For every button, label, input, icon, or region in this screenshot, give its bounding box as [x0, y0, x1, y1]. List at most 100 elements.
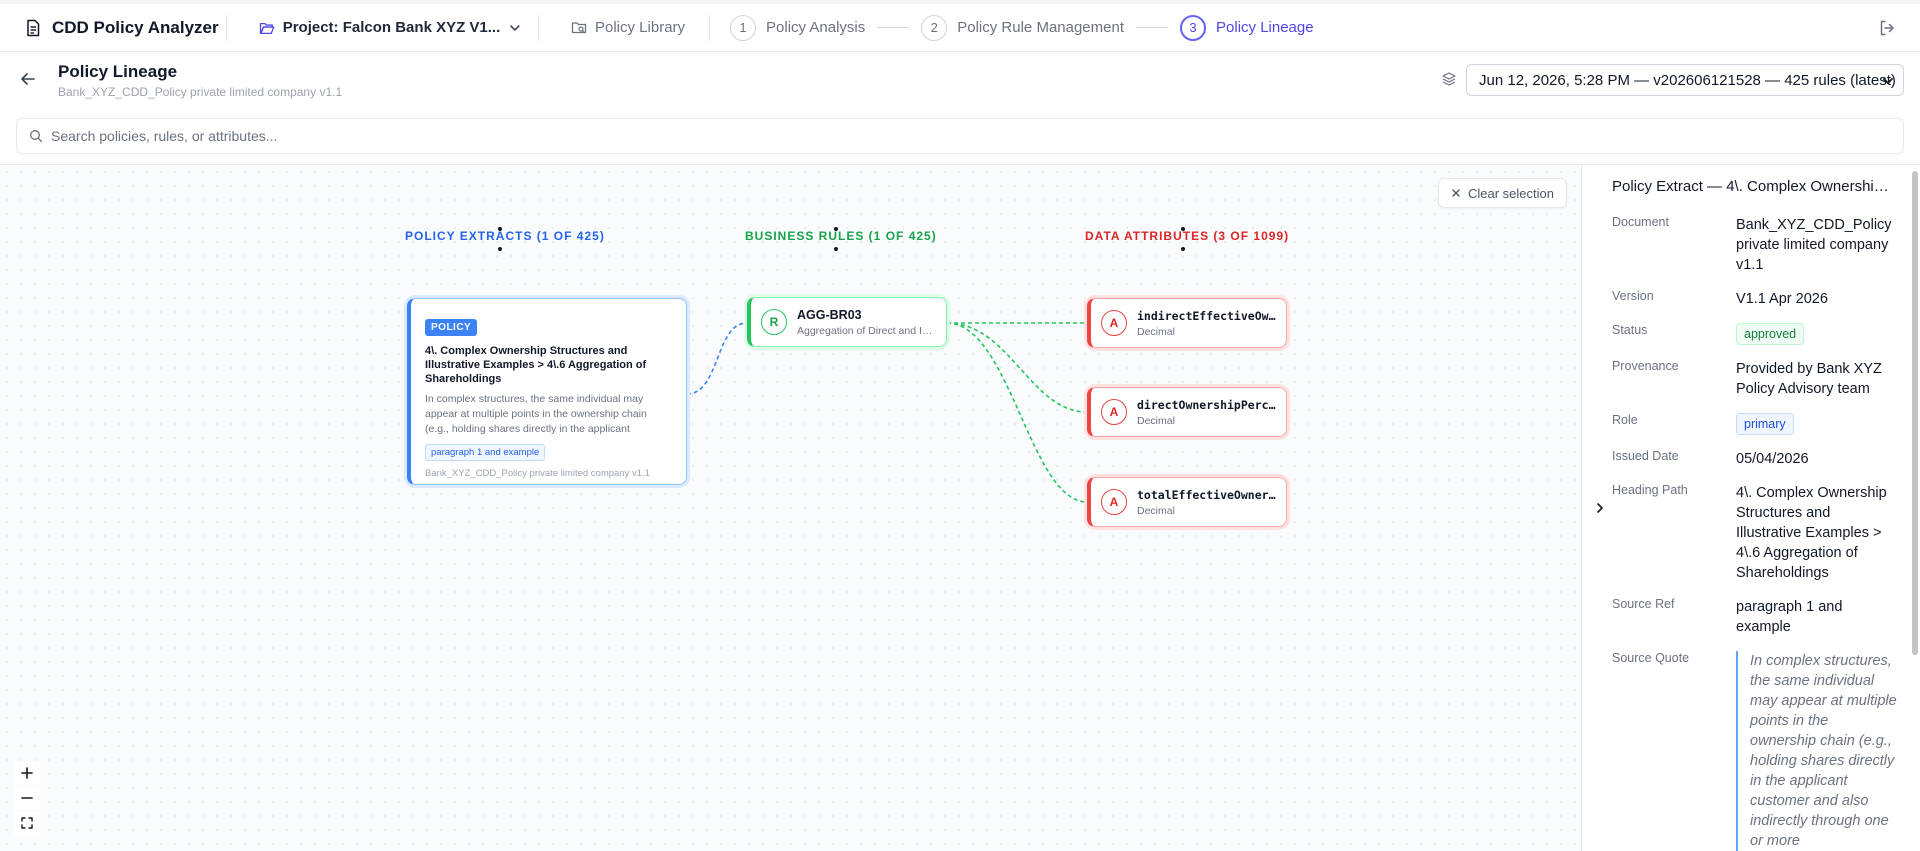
details-panel[interactable]: Policy Extract — 4\. Complex Ownership S… [1581, 164, 1920, 851]
field-label: Heading Path [1612, 483, 1688, 497]
version-select[interactable]: Jun 12, 2026, 5:28 PM — v202606121528 — … [1466, 64, 1904, 96]
zoom-in-button[interactable] [14, 761, 40, 785]
clear-selection-label: Clear selection [1468, 185, 1554, 201]
top-navigation: CDD Policy Analyzer Project: Falcon Bank… [0, 0, 1920, 52]
edge-rule-to-attribute-2 [946, 322, 1088, 413]
column-handle [498, 247, 502, 251]
step-number: 1 [730, 14, 757, 41]
field-label: Source Ref [1612, 597, 1675, 611]
attribute-letter-icon: A [1101, 310, 1127, 336]
attribute-letter-icon: A [1101, 489, 1127, 515]
column-handle [498, 227, 502, 231]
step-label: Policy Lineage [1216, 19, 1314, 36]
logout-icon [1880, 20, 1894, 36]
connection-lines [404, 320, 1290, 505]
field-label: Status [1612, 323, 1648, 337]
folder-search-icon [571, 21, 587, 33]
workflow-steps: 1 Policy Analysis 2 Policy Rule Manageme… [710, 14, 1314, 41]
edge-rule-to-attribute-3 [946, 322, 1088, 503]
field-value: 05/04/2026 [1736, 451, 1809, 467]
data-attribute-card[interactable]: A indirectEffectiveOwnershipPercentage D… [1087, 298, 1287, 348]
step-connector [1136, 27, 1169, 28]
step-policy-lineage[interactable]: 3 Policy Lineage [1180, 14, 1314, 41]
field-value: Provided by Bank XYZ Policy Advisory tea… [1736, 361, 1882, 397]
step-number: 2 [921, 14, 948, 41]
column-handle [1181, 227, 1185, 231]
attribute-name: indirectEffectiveOwnershipPercentage [1137, 308, 1277, 323]
close-icon [1452, 189, 1460, 197]
page-header: Policy Lineage Bank_XYZ_CDD_Policy priva… [0, 52, 1920, 108]
field-value: 4\. Complex Ownership Structures and Ill… [1736, 485, 1887, 581]
rule-id: AGG-BR03 [797, 307, 862, 322]
policy-badge: POLICY [425, 319, 478, 336]
policy-library-label: Policy Library [595, 19, 686, 36]
back-button[interactable] [19, 70, 37, 93]
zoom-out-button[interactable] [14, 786, 40, 810]
field-label: Issued Date [1612, 449, 1679, 463]
document-icon [27, 19, 40, 36]
column-header-rules: BUSINESS RULES (1 OF 425) [745, 229, 937, 243]
step-label: Policy Analysis [766, 19, 866, 36]
arrow-left-icon [21, 73, 35, 85]
project-selector[interactable]: Project: Falcon Bank XYZ V1... [227, 19, 538, 36]
fit-view-button[interactable] [14, 811, 40, 835]
column-handle [1181, 247, 1185, 251]
version-value: Jun 12, 2026, 5:28 PM — v202606121528 — … [1479, 71, 1896, 89]
page-subtitle: Bank_XYZ_CDD_Policy private limited comp… [58, 85, 343, 99]
column-header-policy: POLICY EXTRACTS (1 OF 425) [405, 229, 605, 243]
search-input[interactable] [51, 128, 1851, 144]
step-connector [877, 27, 910, 28]
rule-letter-icon: R [761, 309, 787, 335]
clear-selection-button[interactable]: Clear selection [1438, 178, 1567, 208]
field-value: V1.1 Apr 2026 [1736, 291, 1828, 307]
field-label: Provenance [1612, 359, 1679, 373]
status-badge: approved [1736, 323, 1805, 345]
data-attribute-card[interactable]: A directOwnershipPercentage Decimal [1087, 387, 1287, 437]
plus-icon [21, 767, 33, 779]
step-number: 3 [1180, 14, 1207, 41]
policy-library-link[interactable]: Policy Library [539, 19, 709, 36]
edge-policy-to-rule [686, 322, 748, 395]
search-icon [30, 130, 43, 143]
step-policy-rule-management[interactable]: 2 Policy Rule Management [921, 14, 1125, 41]
search-bar[interactable] [16, 118, 1904, 154]
business-rule-card[interactable]: R AGG-BR03 Aggregation of Direct and Ind… [747, 297, 947, 347]
field-label: Source Quote [1612, 651, 1690, 665]
column-handle [834, 227, 838, 231]
policy-card-title: 4\. Complex Ownership Structures and Ill… [425, 345, 647, 385]
app-brand[interactable]: CDD Policy Analyzer [0, 18, 226, 38]
panel-title: Policy Extract — 4\. Complex Ownership S… [1612, 178, 1897, 195]
role-badge: primary [1736, 413, 1794, 435]
attribute-letter-icon: A [1101, 399, 1127, 425]
layers-icon [1441, 71, 1457, 92]
lineage-canvas[interactable]: POLICY EXTRACTS (1 OF 425) BUSINESS RULE… [0, 164, 1581, 851]
logout-button[interactable] [1878, 19, 1896, 42]
minus-icon [21, 797, 33, 799]
rule-description: Aggregation of Direct and Indirect Share… [797, 324, 937, 337]
panel-scrollbar[interactable] [1912, 171, 1918, 655]
project-label: Project: Falcon Bank XYZ V1... [282, 19, 501, 36]
policy-card-tag: paragraph 1 and example [425, 444, 546, 461]
step-label: Policy Rule Management [957, 19, 1125, 36]
attribute-type: Decimal [1137, 504, 1175, 517]
fullscreen-icon [21, 817, 33, 829]
column-header-attributes: DATA ATTRIBUTES (3 OF 1099) [1085, 229, 1290, 243]
policy-card-description: In complex structures, the same individu… [425, 393, 647, 435]
step-policy-analysis[interactable]: 1 Policy Analysis [730, 14, 866, 41]
column-handle [834, 247, 838, 251]
app-title: CDD Policy Analyzer [52, 17, 219, 37]
page-title: Policy Lineage [58, 62, 178, 81]
field-value: Bank_XYZ_CDD_Policy private limited comp… [1736, 217, 1892, 273]
field-value: paragraph 1 and example [1736, 599, 1843, 635]
folder-open-icon [259, 22, 275, 34]
field-label: Document [1612, 215, 1669, 229]
collapse-panel-button[interactable] [1594, 501, 1606, 519]
attribute-type: Decimal [1137, 325, 1175, 338]
data-attribute-card[interactable]: A totalEffectiveOwnershipPercentage Deci… [1087, 477, 1287, 527]
chevron-down-icon [510, 24, 520, 31]
attribute-name: totalEffectiveOwnershipPercentage [1137, 487, 1277, 502]
policy-extract-card[interactable]: POLICY 4\. Complex Ownership Structures … [407, 298, 687, 485]
field-label: Version [1612, 289, 1654, 303]
chevron-down-icon [1883, 78, 1893, 84]
attribute-name: directOwnershipPercentage [1137, 397, 1277, 412]
